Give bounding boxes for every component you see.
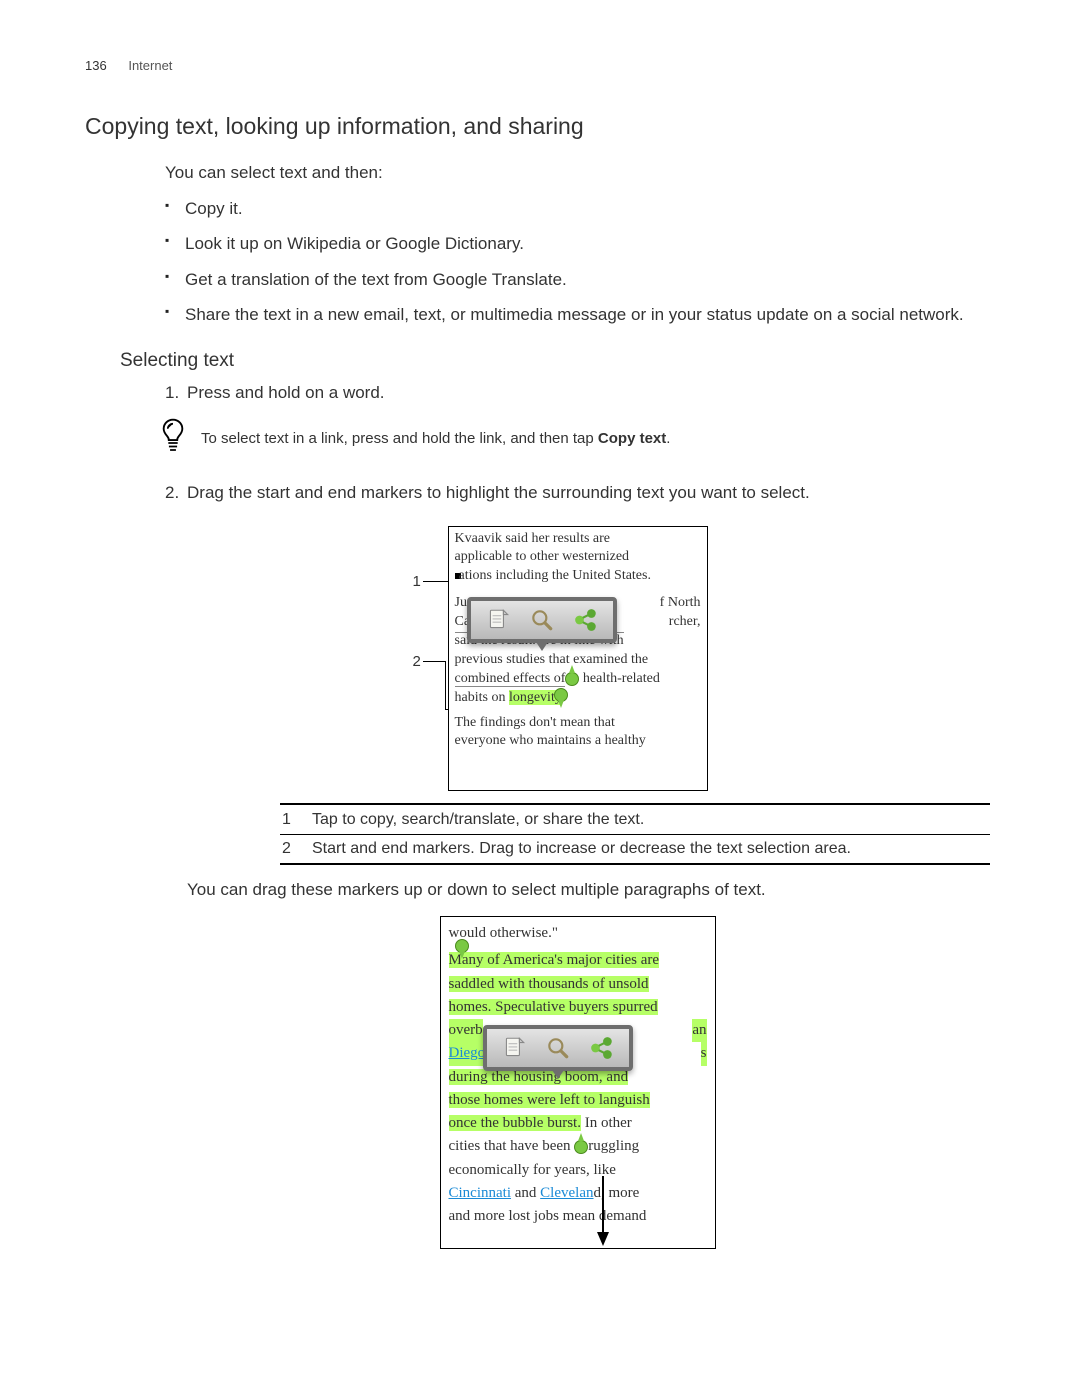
step-2: 2.Drag the start and end markers to high… xyxy=(165,480,990,506)
bullet-item: Get a translation of the text from Googl… xyxy=(165,267,990,293)
figure-1: 1 2 Kvaavik said her results are applica… xyxy=(448,526,708,791)
figure-1-frame: Kvaavik said her results are applicable … xyxy=(448,526,708,791)
search-icon[interactable] xyxy=(545,1035,571,1061)
selection-toolbar[interactable] xyxy=(483,1025,633,1071)
legend-text-1: Tap to copy, search/translate, or share … xyxy=(310,804,990,835)
section-title: Copying text, looking up information, an… xyxy=(85,113,990,140)
legend-text-2: Start and end markers. Drag to increase … xyxy=(310,834,990,864)
lightbulb-icon xyxy=(159,417,187,460)
step-1-text: Press and hold on a word. xyxy=(187,383,385,402)
page-header: 136 Internet xyxy=(85,58,990,73)
callout-1-label: 1 xyxy=(413,573,421,590)
legend-row: 1Tap to copy, search/translate, or share… xyxy=(280,804,990,835)
after-legend-text: You can drag these markers up or down to… xyxy=(187,877,990,903)
share-icon[interactable] xyxy=(573,607,599,633)
header-section: Internet xyxy=(128,58,172,73)
figure-2-frame: would otherwise." Many of America's majo… xyxy=(440,916,716,1249)
selection-start-marker[interactable] xyxy=(455,939,469,953)
page: 136 Internet Copying text, looking up in… xyxy=(0,0,1080,1397)
bullet-item: Share the text in a new email, text, or … xyxy=(165,302,990,328)
page-number: 136 xyxy=(85,58,107,73)
bullet-item: Copy it. xyxy=(165,196,990,222)
selection-end-marker[interactable] xyxy=(554,688,568,702)
bullet-list: Copy it. Look it up on Wikipedia or Goog… xyxy=(165,196,990,328)
selection-toolbar[interactable] xyxy=(467,597,617,643)
bullet-item: Look it up on Wikipedia or Google Dictio… xyxy=(165,231,990,257)
subsection-title: Selecting text xyxy=(120,350,990,372)
step-1: 1.Press and hold on a word. xyxy=(165,380,990,406)
callout-2-label: 2 xyxy=(413,653,421,670)
search-icon[interactable] xyxy=(529,607,555,633)
selection-end-marker[interactable] xyxy=(574,1140,588,1154)
arrow-down-icon xyxy=(597,1232,609,1246)
copy-icon[interactable] xyxy=(501,1035,527,1061)
step-2-text: Drag the start and end markers to highli… xyxy=(187,483,810,502)
figure-1-legend: 1Tap to copy, search/translate, or share… xyxy=(280,803,990,865)
intro-text: You can select text and then: xyxy=(165,160,990,186)
steps-block: 1.Press and hold on a word. To select te… xyxy=(165,380,990,1250)
highlighted-text: longevity xyxy=(509,690,561,705)
share-icon[interactable] xyxy=(589,1035,615,1061)
tip-text: To select text in a link, press and hold… xyxy=(201,430,670,447)
copy-icon[interactable] xyxy=(485,607,511,633)
legend-row: 2Start and end markers. Drag to increase… xyxy=(280,834,990,864)
content-body: You can select text and then: Copy it. L… xyxy=(165,160,990,328)
tip-row: To select text in a link, press and hold… xyxy=(159,417,990,460)
selection-start-marker[interactable] xyxy=(565,672,579,686)
